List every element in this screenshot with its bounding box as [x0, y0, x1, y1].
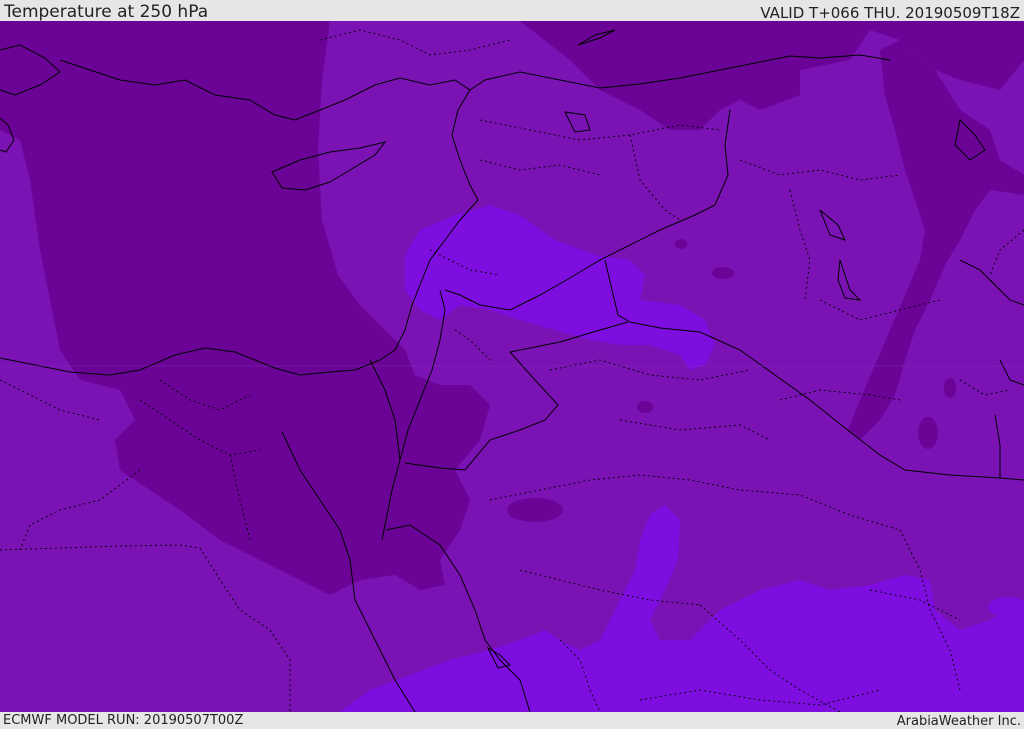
- cold-blob-2: [712, 267, 734, 279]
- credit-label: ArabiaWeather Inc.: [896, 714, 1021, 729]
- map-title: Temperature at 250 hPa: [4, 2, 209, 22]
- temperature-map: [0, 21, 1024, 712]
- model-run-label: ECMWF MODEL RUN: 20190507T00Z: [3, 713, 244, 728]
- footer-bar: ECMWF MODEL RUN: 20190507T00Z ArabiaWeat…: [0, 712, 1024, 729]
- header-bar: Temperature at 250 hPa VALID T+066 THU. …: [0, 0, 1024, 21]
- valid-time-label: VALID T+066 THU. 20190509T18Z: [760, 4, 1020, 22]
- map-canvas: [0, 21, 1024, 712]
- cold-blob-5: [944, 378, 956, 398]
- cold-blob-6: [918, 417, 938, 449]
- cold-blob-4: [675, 239, 687, 249]
- cold-blob-3: [637, 401, 653, 413]
- cold-blob-1: [507, 498, 563, 522]
